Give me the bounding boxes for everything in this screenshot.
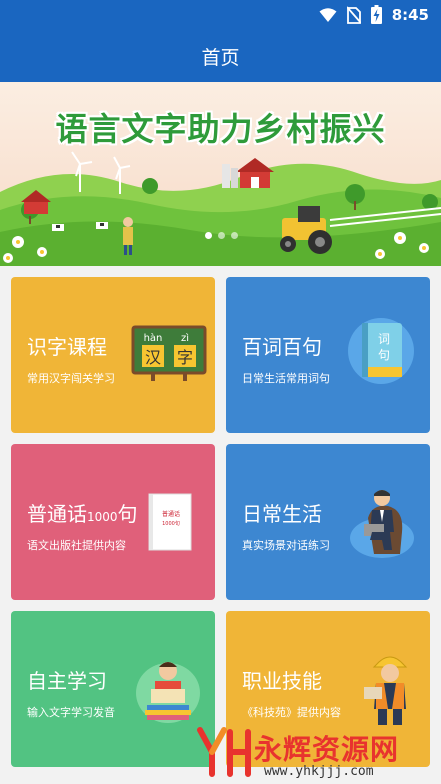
card-title-number: 1000 xyxy=(87,510,118,524)
yh-logo-icon xyxy=(197,727,251,777)
status-icons: 8:45 xyxy=(319,5,429,24)
card-subtitle: 常用汉字闯关学习 xyxy=(27,372,115,385)
chalkboard-char-zi: 字 xyxy=(177,348,193,367)
watermark: 永辉资源网 www.yhkjjj.com xyxy=(196,722,441,784)
chalkboard-pinyin-han: hàn xyxy=(144,332,163,344)
card-title: 识字课程 xyxy=(27,335,107,359)
chalkboard-pinyin-zi: zì xyxy=(181,332,189,344)
card-title: 自主学习 xyxy=(27,669,107,693)
card-subtitle: 《科技苑》提供内容 xyxy=(242,706,341,719)
card-subtitle: 输入文字学习发音 xyxy=(27,706,115,719)
construction-worker-icon xyxy=(364,656,408,725)
banner-carousel[interactable]: 语言文字助力乡村振兴 xyxy=(0,82,441,266)
app-bar: 首页 xyxy=(0,30,441,82)
banner-title: 语言文字助力乡村振兴 xyxy=(55,110,386,148)
card-title-group: 普通话1000句 xyxy=(27,498,138,527)
carousel-dot xyxy=(218,232,225,239)
card-mandarin-1000[interactable]: 普通话1000句 语文出版社提供内容 普通话 1000句 xyxy=(11,444,215,600)
chalkboard-char-han: 汉 xyxy=(145,348,161,367)
wifi-icon xyxy=(319,7,337,22)
chalkboard-hanzi-icon: hàn zì 汉 字 xyxy=(131,325,207,381)
card-words-sentences[interactable]: 百词百句 日常生活常用词句 词 句 xyxy=(226,277,430,433)
card-title: 日常生活 xyxy=(242,502,322,526)
book-char-ci: 词 xyxy=(378,332,390,346)
booklet-subtitle: 1000句 xyxy=(162,520,180,527)
status-time: 8:45 xyxy=(391,5,429,24)
businessman-armchair-icon xyxy=(350,490,414,558)
battery-charging-icon xyxy=(370,5,382,24)
page-title: 首页 xyxy=(201,47,240,69)
card-subtitle: 真实场景对话练习 xyxy=(242,539,330,552)
card-title: 职业技能 xyxy=(242,669,322,693)
card-title-end: 句 xyxy=(117,502,138,526)
carousel-indicator xyxy=(205,232,238,239)
booklet-icon: 普通话 1000句 xyxy=(148,493,192,551)
carousel-dot-active xyxy=(205,232,212,239)
status-bar: 8:45 xyxy=(0,0,441,30)
card-self-study[interactable]: 自主学习 输入文字学习发音 xyxy=(11,611,215,767)
booklet-title: 普通话 xyxy=(162,510,180,518)
book-char-ju: 句 xyxy=(378,348,390,362)
carousel-dot xyxy=(231,232,238,239)
card-title: 普通话 xyxy=(27,502,87,526)
card-title: 百词百句 xyxy=(242,335,322,359)
card-subtitle: 语文出版社提供内容 xyxy=(27,539,126,552)
student-reading-icon xyxy=(136,662,200,723)
book-ciju-icon: 词 句 xyxy=(348,318,414,384)
watermark-url: www.yhkjjj.com xyxy=(264,764,374,779)
watermark-name: 永辉资源网 xyxy=(254,733,400,766)
card-literacy-course[interactable]: 识字课程 常用汉字闯关学习 hàn zì 汉 字 xyxy=(11,277,215,433)
no-sim-icon xyxy=(346,5,361,24)
card-subtitle: 日常生活常用词句 xyxy=(242,372,330,385)
card-daily-life[interactable]: 日常生活 真实场景对话练习 xyxy=(226,444,430,600)
